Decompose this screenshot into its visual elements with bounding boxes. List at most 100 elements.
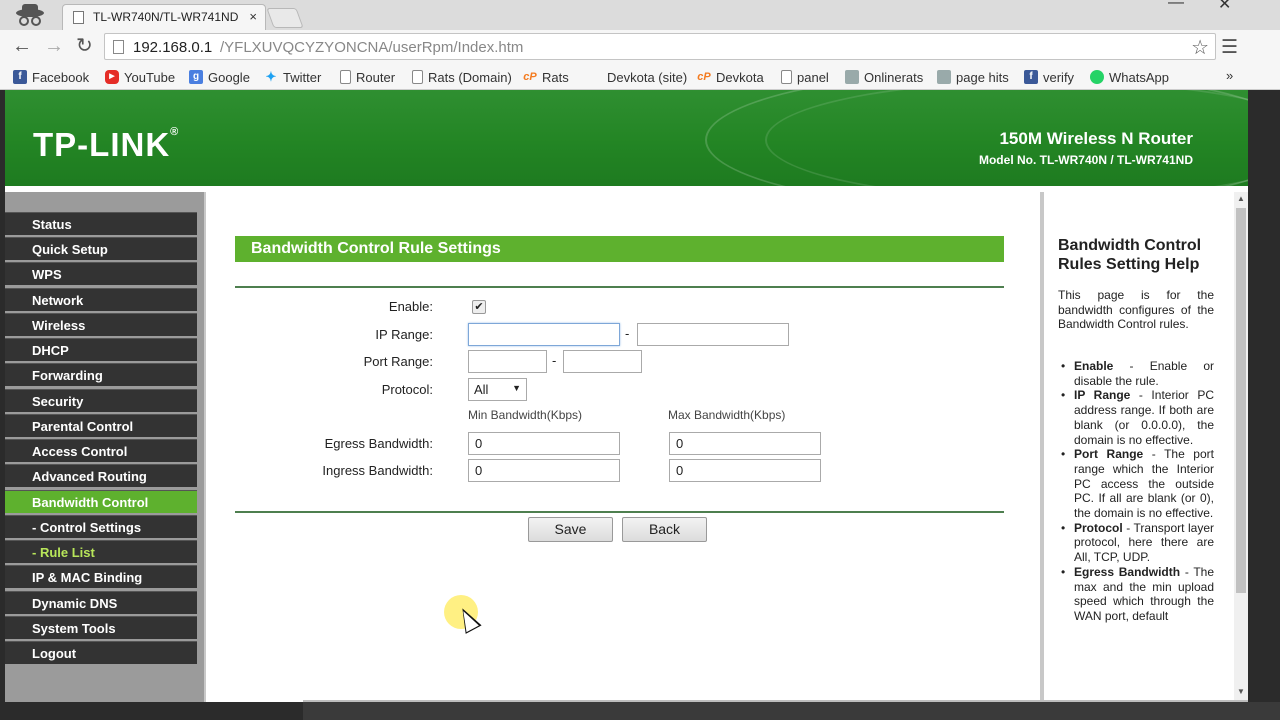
- page-icon: [781, 70, 792, 84]
- ip-range-start-input[interactable]: [468, 323, 620, 346]
- image-icon: [845, 70, 859, 84]
- bookmark-label: Rats (Domain): [428, 69, 512, 85]
- scroll-down-icon[interactable]: ▼: [1237, 687, 1245, 696]
- min-bandwidth-header: Min Bandwidth(Kbps): [468, 408, 583, 422]
- help-scrollbar[interactable]: ▲ ▼: [1234, 192, 1248, 702]
- bookmark-youtube[interactable]: ▶ YouTube: [105, 68, 175, 86]
- menu-item-logout[interactable]: Logout: [5, 641, 197, 664]
- reload-icon[interactable]: ↻: [76, 35, 93, 57]
- bookmark-router[interactable]: Router: [340, 68, 395, 86]
- product-name: 150M Wireless N Router: [999, 129, 1193, 148]
- page-icon: [73, 11, 84, 24]
- menu-item-wps[interactable]: WPS: [5, 262, 197, 285]
- menu-item-advanced-routing[interactable]: Advanced Routing: [5, 464, 197, 487]
- tab-title: TL-WR740N/TL-WR741ND: [93, 10, 239, 24]
- menu-item-parental-control[interactable]: Parental Control: [5, 414, 197, 437]
- ingress-min-input[interactable]: [468, 459, 620, 482]
- browser-toolbar: ← → ↻ 192.168.0.1 /YFLXUVQCYZYONCNA/user…: [0, 30, 1280, 64]
- bookmark-facebook[interactable]: f Facebook: [13, 68, 89, 86]
- enable-checkbox[interactable]: ✔: [472, 300, 486, 314]
- forward-arrow-icon[interactable]: →: [44, 35, 64, 57]
- bookmark-google[interactable]: g Google: [189, 68, 250, 86]
- egress-bandwidth-label: Egress Bandwidth:: [324, 436, 433, 451]
- menu-item-status[interactable]: Status: [5, 212, 197, 235]
- ingress-bandwidth-label: Ingress Bandwidth:: [322, 463, 433, 478]
- bookmark-devkota[interactable]: cP Devkota: [697, 68, 764, 86]
- port-range-start-input[interactable]: [468, 350, 547, 373]
- cpanel-icon: cP: [523, 71, 537, 83]
- address-bar[interactable]: 192.168.0.1 /YFLXUVQCYZYONCNA/userRpm/In…: [104, 33, 1216, 60]
- ip-range-end-input[interactable]: [637, 323, 789, 346]
- browser-tab[interactable]: TL-WR740N/TL-WR741ND ×: [62, 4, 266, 30]
- range-separator: -: [552, 353, 557, 368]
- help-item: Port Range - The port range which the In…: [1061, 447, 1214, 521]
- bookmark-label: Devkota: [716, 69, 764, 85]
- help-item: IP Range - Interior PC address range. If…: [1061, 388, 1214, 447]
- menu-item-forwarding[interactable]: Forwarding: [5, 363, 197, 386]
- window-close-icon[interactable]: ✕: [1218, 0, 1231, 14]
- egress-max-input[interactable]: [669, 432, 821, 455]
- bookmark-label: verify: [1043, 69, 1075, 85]
- bookmark-rats[interactable]: cP Rats: [523, 68, 568, 86]
- menu-item-bandwidth-control[interactable]: Bandwidth Control: [5, 490, 197, 513]
- facebook-icon: f: [1024, 70, 1038, 84]
- bookmark-star-icon[interactable]: ☆: [1191, 35, 1209, 60]
- browser-tab-strip: TL-WR740N/TL-WR741ND × — ✕: [0, 0, 1280, 30]
- back-button[interactable]: Back: [622, 517, 707, 542]
- port-range-end-input[interactable]: [563, 350, 642, 373]
- ip-range-label: IP Range:: [375, 327, 433, 342]
- menu-item-ip-mac-binding[interactable]: IP & MAC Binding: [5, 565, 197, 588]
- scroll-up-icon[interactable]: ▲: [1237, 194, 1245, 203]
- help-item: Protocol - Transport layer protocol, her…: [1061, 520, 1214, 565]
- browser-menu-icon[interactable]: ☰: [1221, 36, 1238, 59]
- submenu-item-rule-list[interactable]: - Rule List: [5, 540, 197, 563]
- menu-item-system-tools[interactable]: System Tools: [5, 616, 197, 639]
- image-icon: [937, 70, 951, 84]
- page-icon: [113, 40, 124, 54]
- max-bandwidth-header: Max Bandwidth(Kbps): [668, 408, 786, 422]
- whatsapp-icon: [1090, 70, 1104, 84]
- bookmark-label: Devkota (site): [607, 69, 688, 85]
- bookmark-whatsapp[interactable]: WhatsApp: [1090, 68, 1169, 86]
- ingress-max-input[interactable]: [669, 459, 821, 482]
- protocol-select[interactable]: All ▼: [468, 378, 527, 401]
- menu-item-quick-setup[interactable]: Quick Setup: [5, 237, 197, 260]
- enable-label: Enable:: [388, 299, 433, 314]
- egress-min-input[interactable]: [468, 432, 620, 455]
- menu-item-network[interactable]: Network: [5, 288, 197, 311]
- tp-link-logo: TP-LINK®: [33, 126, 180, 163]
- bookmark-verify[interactable]: f verify: [1024, 68, 1074, 86]
- bookmark-panel[interactable]: panel: [781, 68, 829, 86]
- help-title: Bandwidth Control Rules Setting Help: [1058, 237, 1202, 273]
- bookmark-label: Onlinerats: [864, 69, 924, 85]
- tab-close-icon[interactable]: ×: [249, 9, 257, 24]
- menu-item-wireless[interactable]: Wireless: [5, 313, 197, 336]
- bookmark-twitter[interactable]: ✦ Twitter: [264, 68, 322, 86]
- new-tab-button[interactable]: [266, 8, 304, 28]
- help-term: Enable: [1074, 359, 1114, 373]
- help-list: Enable - Enable or disable the rule. IP …: [1061, 359, 1214, 624]
- scrollbar-thumb[interactable]: [1236, 208, 1246, 593]
- minimize-icon[interactable]: —: [1168, 0, 1184, 12]
- submenu-item-control-settings[interactable]: - Control Settings: [5, 515, 197, 538]
- page-icon: [340, 70, 351, 84]
- menu-item-security[interactable]: Security: [5, 389, 197, 412]
- save-button[interactable]: Save: [528, 517, 613, 542]
- menu-item-dynamic-dns[interactable]: Dynamic DNS: [5, 591, 197, 614]
- bookmarks-bar: f Facebook ▶ YouTube g Google ✦ Twitter Rout…: [0, 64, 1280, 90]
- url-host: 192.168.0.1: [133, 39, 213, 56]
- model-number: Model No. TL-WR740N / TL-WR741ND: [978, 153, 1193, 167]
- menu-item-access-control[interactable]: Access Control: [5, 439, 197, 462]
- incognito-icon: [16, 4, 44, 26]
- back-arrow-icon[interactable]: ←: [12, 35, 32, 57]
- port-range-label: Port Range:: [363, 354, 433, 369]
- bookmark-onlinerats[interactable]: Onlinerats: [845, 68, 923, 86]
- twitter-icon: ✦: [265, 69, 277, 84]
- bookmark-devkota-site[interactable]: Devkota (site): [607, 68, 687, 86]
- bookmark-rats-domain[interactable]: Rats (Domain): [412, 68, 512, 86]
- help-term: Protocol: [1074, 520, 1123, 535]
- bookmark-page-hits[interactable]: page hits: [937, 68, 1009, 86]
- bookmarks-overflow-icon[interactable]: »: [1226, 68, 1233, 83]
- menu-item-dhcp[interactable]: DHCP: [5, 338, 197, 361]
- bookmark-label: panel: [797, 69, 829, 85]
